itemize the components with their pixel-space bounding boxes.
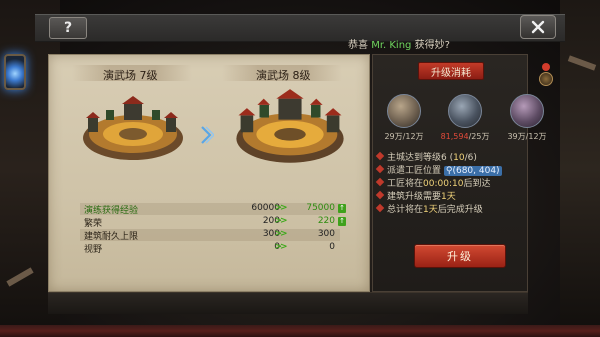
arena-level-8-image bbox=[236, 89, 344, 163]
upgrade-button-label: 升级 bbox=[447, 250, 473, 263]
stat-next: 220 bbox=[317, 216, 335, 226]
stat-label: 建筑耐久上限 bbox=[84, 232, 139, 242]
requirements-list: 主城达到等级6 (10/6) 派遣工匠位置 ⚲(680, 404) 工匠将在00… bbox=[377, 150, 527, 215]
double-arrow-icon: >> bbox=[274, 229, 287, 239]
stat-label: 繁荣 bbox=[84, 219, 103, 229]
next-building-title: 演武场 8级 bbox=[256, 69, 311, 82]
announcement-marquee: 恭喜 Mr. King 获得妙? bbox=[348, 36, 458, 52]
req-value: 1天 bbox=[441, 192, 456, 202]
title-bar bbox=[35, 14, 565, 42]
panel-footer bbox=[48, 292, 528, 314]
resource-need: /12万 bbox=[402, 132, 424, 141]
resource-label-wood: 29万/12万 bbox=[374, 131, 434, 142]
req-value: 10 bbox=[453, 153, 465, 163]
location-link[interactable]: ⚲(680, 404) bbox=[443, 166, 502, 176]
stat-next: 300 bbox=[317, 229, 335, 239]
requirement-item: 工匠将在00:00:10后到达 bbox=[377, 176, 527, 189]
req-text: 派遣工匠位置 bbox=[387, 166, 444, 176]
req-text: 后到达 bbox=[463, 179, 491, 189]
wood-icon bbox=[387, 94, 421, 128]
stat-next: 75000 bbox=[306, 203, 335, 213]
coordinate-value: (680, 404) bbox=[452, 166, 500, 176]
increase-arrow-icon: ↑ bbox=[338, 204, 346, 213]
req-text: 总计将在 bbox=[387, 205, 424, 215]
lantern-icon bbox=[4, 54, 26, 90]
req-value: 1天 bbox=[423, 205, 438, 215]
req-text: 工匠将在 bbox=[387, 179, 424, 189]
arrow-right-icon bbox=[201, 126, 214, 144]
upgrade-button[interactable]: 升级 bbox=[414, 244, 506, 268]
stat-next: 0 bbox=[329, 242, 335, 252]
resource-label-iron: 81,594/25万 bbox=[435, 131, 495, 142]
current-building-title: 演武场 7级 bbox=[103, 69, 158, 82]
resource-label-stone: 39万/12万 bbox=[497, 131, 557, 142]
double-arrow-icon: >> bbox=[274, 242, 287, 252]
stone-icon bbox=[510, 94, 544, 128]
stats-table: 演练获得经验 60000 >> 75000 ↑ 繁荣 200 >> 220 ↑ … bbox=[80, 203, 346, 255]
double-arrow-icon: >> bbox=[274, 203, 287, 213]
close-button[interactable] bbox=[520, 15, 556, 39]
help-button[interactable]: ? bbox=[49, 17, 87, 39]
resource-have: 39万 bbox=[507, 132, 526, 141]
double-arrow-icon: >> bbox=[274, 216, 287, 226]
stat-row: 演练获得经验 60000 >> 75000 ↑ bbox=[80, 203, 346, 216]
req-text: 后完成升级 bbox=[437, 205, 483, 215]
iron-icon bbox=[448, 94, 482, 128]
requirement-item: 主城达到等级6 (10/6) bbox=[377, 150, 527, 163]
background-bottom-strip bbox=[0, 325, 600, 337]
notice-prefix: 恭喜 bbox=[348, 40, 368, 51]
resource-have: 29万 bbox=[384, 132, 403, 141]
stat-row: 建筑耐久上限 300 >> 300 bbox=[80, 229, 340, 242]
increase-arrow-icon: ↑ bbox=[338, 217, 346, 226]
req-value: 00:00:10 bbox=[423, 179, 464, 189]
req-text: 建筑升级需要 bbox=[387, 192, 442, 202]
notification-dot bbox=[542, 63, 550, 71]
stat-row: 视野 0 >> 0 bbox=[80, 242, 340, 255]
notice-player: Mr. King bbox=[371, 40, 412, 51]
settings-icon[interactable] bbox=[539, 72, 553, 86]
requirement-item: 总计将在1天后完成升级 bbox=[377, 202, 527, 215]
req-text: /6) bbox=[464, 153, 477, 163]
arena-level-7-image bbox=[83, 96, 183, 160]
background-right bbox=[560, 0, 600, 337]
stat-row: 繁荣 200 >> 220 ↑ bbox=[80, 216, 346, 229]
cost-title: 升级消耗 bbox=[431, 67, 471, 79]
cost-header: 升级消耗 bbox=[418, 62, 484, 80]
stat-label: 视野 bbox=[84, 245, 103, 255]
close-icon bbox=[531, 20, 545, 34]
help-icon: ? bbox=[63, 20, 73, 36]
resource-need: /25万 bbox=[468, 132, 490, 141]
resource-need: /12万 bbox=[525, 132, 547, 141]
requirement-item: 建筑升级需要1天 bbox=[377, 189, 527, 202]
notice-suffix: 获得妙? bbox=[414, 40, 450, 51]
requirement-item: 派遣工匠位置 ⚲(680, 404) bbox=[377, 163, 527, 176]
resource-have: 81,594 bbox=[440, 132, 469, 141]
stat-label: 演练获得经验 bbox=[84, 206, 139, 216]
req-text: 主城达到等级6 ( bbox=[387, 153, 454, 163]
